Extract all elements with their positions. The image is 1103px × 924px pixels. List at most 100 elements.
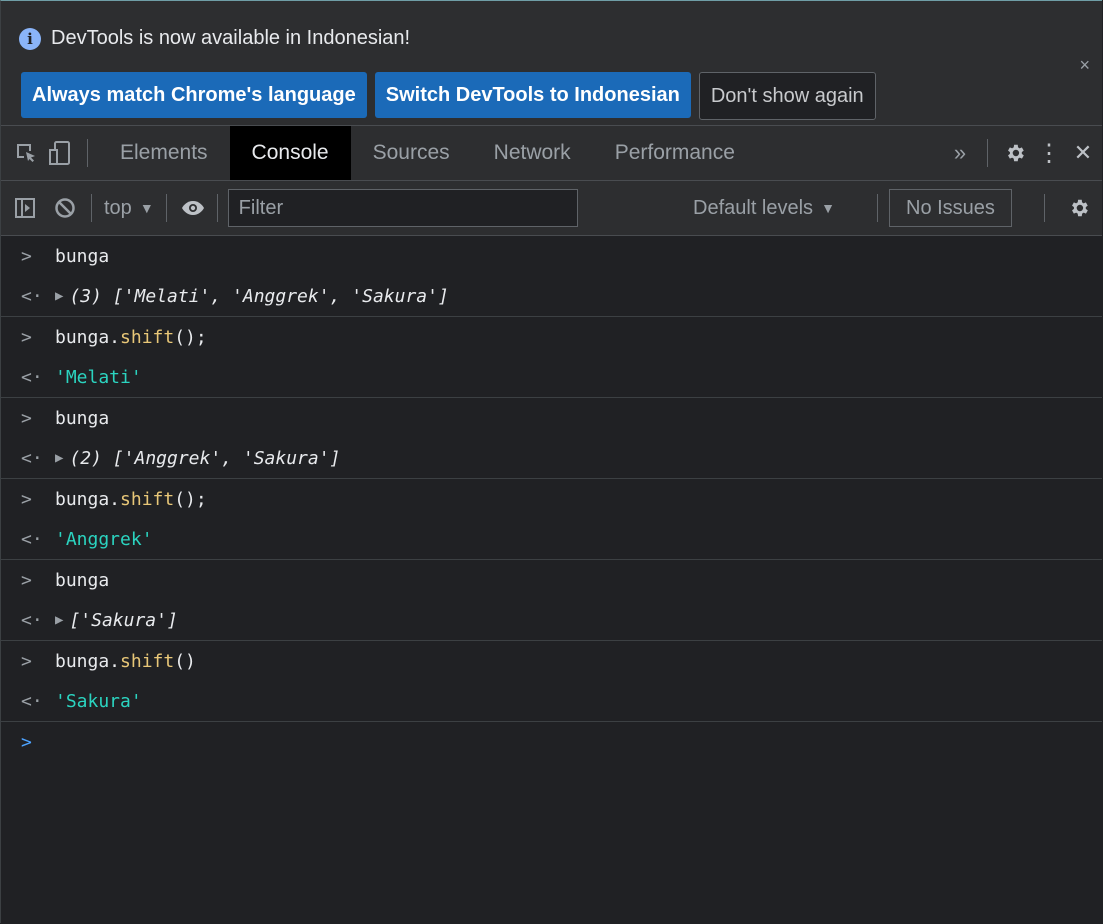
array-item: 'Sakura': [80, 609, 167, 631]
console-settings-gear-icon[interactable]: [1059, 181, 1099, 235]
tab-console[interactable]: Console: [229, 126, 351, 180]
array-open: [: [112, 447, 124, 469]
array-item: 'Sakura': [242, 447, 330, 469]
output-prompt-icon: <·: [21, 447, 43, 469]
input-prompt-icon: >: [21, 569, 32, 591]
input-prompt-icon: >: [21, 407, 32, 429]
input-prompt-icon: >: [21, 650, 32, 672]
context-label: top: [104, 196, 132, 219]
array-close: ]: [166, 609, 178, 631]
customize-menu-icon[interactable]: ⋮: [1032, 126, 1066, 180]
clear-console-icon[interactable]: [45, 181, 85, 235]
toolbar-separator: [165, 194, 167, 222]
devtools-window: i DevTools is now available in Indonesia…: [0, 0, 1102, 923]
output-line: <· 'Sakura': [1, 681, 1102, 721]
more-tabs-icon[interactable]: »: [943, 126, 977, 180]
console-entry: > bunga <· ▶ (3) ['Melati', 'Anggrek', '…: [1, 236, 1102, 317]
input-prompt-icon: >: [21, 488, 32, 510]
toolbar-separator: [216, 194, 218, 222]
tab-network[interactable]: Network: [472, 126, 593, 180]
output-line[interactable]: <· ▶ ['Sakura']: [1, 600, 1102, 640]
console-toolbar: top ▼ Default levels ▼ No Issues: [1, 181, 1102, 236]
issues-button[interactable]: No Issues: [889, 189, 1012, 227]
output-prompt-icon: <·: [21, 366, 43, 388]
tab-elements[interactable]: Elements: [98, 126, 230, 180]
input-code: bunga: [55, 569, 110, 591]
input-code: bunga: [55, 245, 110, 267]
dont-show-again-button[interactable]: Don't show again: [698, 72, 876, 120]
expand-triangle-icon[interactable]: ▶: [55, 612, 63, 628]
output-line[interactable]: <· ▶ (2) ['Anggrek', 'Sakura']: [1, 438, 1102, 478]
output-line[interactable]: <· ▶ (3) ['Melati', 'Anggrek', 'Sakura']: [1, 276, 1102, 316]
toolbar-separator: [877, 194, 878, 222]
tabbar-separator: [87, 139, 88, 167]
toolbar-separator: [91, 194, 92, 222]
input-object: bunga.: [55, 488, 121, 510]
input-method: shift: [120, 650, 175, 672]
infobar-message-row: i DevTools is now available in Indonesia…: [19, 27, 410, 50]
output-prompt-icon: <·: [21, 528, 43, 550]
settings-gear-icon[interactable]: [998, 126, 1032, 180]
chevron-down-icon: ▼: [139, 200, 154, 216]
tabbar-separator-right: [987, 139, 988, 167]
console-entry: > bunga. shift (); <· 'Anggrek': [1, 479, 1102, 560]
devtools-tabbar: Elements Console Sources Network Perform…: [1, 126, 1102, 181]
active-prompt-icon: >: [21, 731, 32, 753]
array-sep: ,: [221, 447, 243, 469]
input-line: > bunga. shift(): [1, 641, 1102, 681]
switch-to-indonesian-button[interactable]: Switch DevTools to Indonesian: [374, 72, 691, 118]
console-output[interactable]: > bunga <· ▶ (3) ['Melati', 'Anggrek', '…: [1, 236, 1102, 762]
input-line: > bunga. shift ();: [1, 479, 1102, 519]
input-line: > bunga: [1, 236, 1102, 276]
chevron-down-icon: ▼: [821, 200, 835, 216]
output-prompt-icon: <·: [21, 609, 43, 631]
info-icon: i: [19, 27, 41, 50]
tab-performance[interactable]: Performance: [593, 126, 757, 180]
sidebar-toggle-icon[interactable]: [5, 181, 45, 235]
context-selector[interactable]: top ▼: [98, 197, 160, 220]
toolbar-separator: [1044, 194, 1045, 222]
console-entry: > bunga. shift() <· 'Sakura': [1, 641, 1102, 722]
console-prompt-line[interactable]: >: [1, 722, 1102, 762]
input-prompt-icon: >: [21, 245, 32, 267]
filter-input[interactable]: [227, 189, 578, 227]
infobar-message: DevTools is now available in Indonesian!: [51, 27, 411, 49]
output-prompt-icon: <·: [21, 690, 43, 712]
tab-sources[interactable]: Sources: [351, 126, 472, 180]
output-prompt-icon: <·: [21, 285, 43, 307]
live-expression-eye-icon[interactable]: [173, 181, 213, 235]
device-toolbar-icon[interactable]: [43, 126, 77, 180]
input-method: shift: [120, 326, 175, 348]
input-object: bunga.: [55, 650, 121, 672]
infobar-close-icon[interactable]: ×: [1079, 55, 1090, 76]
array-length: (3): [69, 285, 102, 307]
log-levels-dropdown[interactable]: Default levels ▼: [693, 181, 835, 235]
array-close: ]: [329, 447, 341, 469]
input-prompt-icon: >: [21, 326, 32, 348]
input-method: shift: [120, 488, 175, 510]
console-entry: > bunga <· ▶ (2) ['Anggrek', 'Sakura']: [1, 398, 1102, 479]
input-line: > bunga: [1, 560, 1102, 600]
expand-triangle-icon[interactable]: ▶: [55, 288, 63, 304]
console-entry: > bunga. shift (); <· 'Melati': [1, 317, 1102, 398]
array-item: 'Melati': [123, 285, 211, 307]
input-code: bunga: [55, 407, 110, 429]
close-devtools-icon[interactable]: ✕: [1066, 126, 1100, 180]
inspect-element-icon[interactable]: [9, 126, 43, 180]
return-value: 'Sakura': [55, 690, 142, 712]
return-value: 'Anggrek': [55, 528, 153, 550]
array-item: 'Sakura': [351, 285, 438, 307]
array-sep: ,: [329, 285, 352, 307]
expand-triangle-icon[interactable]: ▶: [55, 450, 63, 466]
array-sep: ,: [210, 285, 233, 307]
array-item: 'Anggrek': [232, 285, 330, 307]
array-open: [: [112, 285, 124, 307]
tabbar-right-controls: » ⋮ ✕: [943, 126, 1102, 180]
input-object: bunga.: [55, 326, 121, 348]
output-line: <· 'Anggrek': [1, 519, 1102, 559]
input-call: (): [174, 650, 196, 672]
array-open: [: [69, 609, 81, 631]
input-line: > bunga. shift ();: [1, 317, 1102, 357]
always-match-language-button[interactable]: Always match Chrome's language: [21, 72, 367, 118]
array-length: (2): [69, 447, 102, 469]
